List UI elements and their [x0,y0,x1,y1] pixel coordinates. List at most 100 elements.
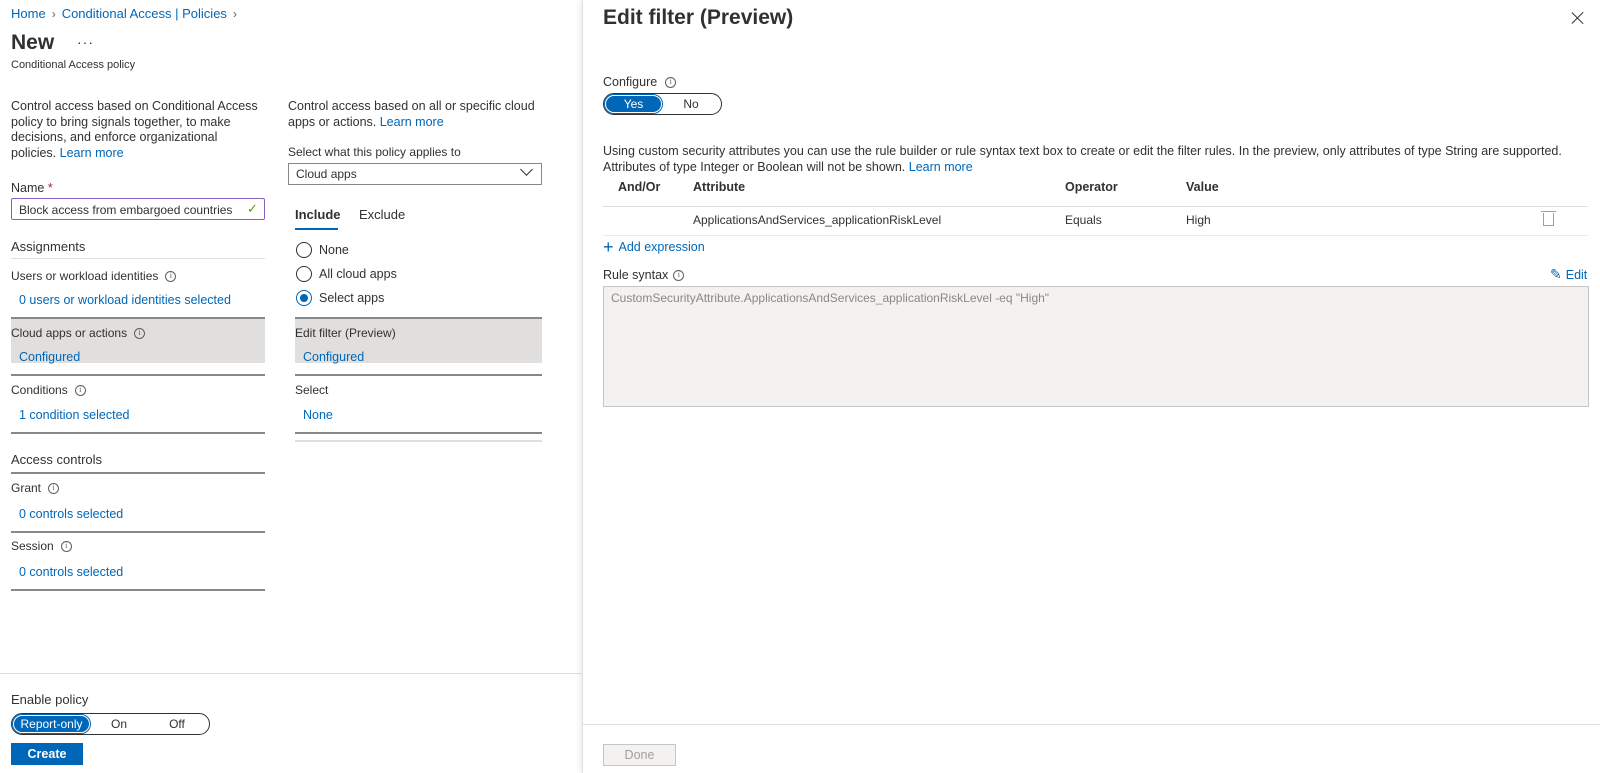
divider [11,589,265,591]
configure-label: Configure i [603,75,677,89]
tab-include[interactable]: Include [295,207,341,222]
edit-filter-panel: Edit filter (Preview) Configure i Yes No… [582,0,1600,773]
close-icon[interactable] [1569,9,1587,27]
toggle-off[interactable]: Off [148,715,206,733]
cell-value[interactable]: High [1186,213,1211,227]
divider [11,531,265,533]
edit-label: Edit [1565,267,1588,282]
divider [11,432,265,434]
applies-to-label: Select what this policy applies to [288,145,461,159]
done-button[interactable]: Done [603,744,676,766]
name-input[interactable] [11,198,265,220]
cloud-apps-description: Control access based on all or specific … [288,99,538,130]
create-button[interactable]: Create [11,743,83,765]
grant-label-text: Grant [11,481,42,495]
page-subtitle: Conditional Access policy [11,59,136,71]
session-label-text: Session [11,539,54,553]
enable-policy-toggle[interactable]: Report-only On Off [11,713,210,735]
radio-select-apps[interactable]: Select apps [296,290,384,306]
conditions-label-text: Conditions [11,383,68,397]
name-label-text: Name [11,181,45,195]
tab-exclude[interactable]: Exclude [359,207,405,222]
row-divider [603,235,1588,236]
cell-attribute[interactable]: ApplicationsAndServices_applicationRiskL… [693,213,941,227]
header-divider [603,206,1588,207]
delete-icon[interactable] [1541,211,1556,226]
cloud-apps-link[interactable]: Configured [19,350,80,364]
required-marker: * [47,181,53,195]
conditions-link[interactable]: 1 condition selected [19,408,130,422]
divider [295,432,542,434]
rule-syntax-label: Rule syntax i [603,268,685,282]
radio-all-label: All cloud apps [319,267,397,281]
info-icon[interactable]: i [673,269,685,281]
select-link[interactable]: None [303,408,333,422]
configure-toggle[interactable]: Yes No [603,93,722,115]
access-controls-heading: Access controls [11,452,103,467]
divider [11,258,265,259]
radio-button[interactable] [296,266,312,282]
add-expression-label: Add expression [618,240,705,254]
more-icon[interactable]: ··· [77,34,94,50]
panel-title: Edit filter (Preview) [603,6,794,29]
radio-button-checked[interactable] [296,290,312,306]
breadcrumb: Home › Conditional Access | Policies › [11,6,237,21]
grant-label: Grant i [11,481,60,495]
tab-selected-indicator [295,228,338,230]
info-icon[interactable]: i [48,482,60,494]
grant-link[interactable]: 0 controls selected [19,507,123,521]
applies-to-select[interactable]: Cloud apps [288,163,542,185]
info-icon[interactable]: i [60,540,72,552]
name-label: Name * [11,181,53,195]
breadcrumb-home[interactable]: Home [11,6,46,21]
session-label: Session i [11,539,72,553]
toggle-on[interactable]: On [90,715,148,733]
toggle-yes[interactable]: Yes [604,94,663,114]
page-title: New [11,31,55,54]
filter-description-text: Using custom security attributes you can… [603,144,1562,174]
breadcrumb-policies[interactable]: Conditional Access | Policies [62,6,227,21]
policy-description: Control access based on Conditional Acce… [11,99,265,161]
chevron-right-icon: › [51,6,56,21]
learn-more-link[interactable]: Learn more [380,115,444,129]
edit-rule-button[interactable]: ✎ Edit [1550,266,1587,283]
radio-none[interactable]: None [296,242,349,258]
rule-syntax-textbox[interactable]: CustomSecurityAttribute.ApplicationsAndS… [603,286,1589,407]
configure-label-text: Configure [603,75,658,89]
info-icon[interactable]: i [74,384,86,396]
cell-operator[interactable]: Equals [1065,213,1102,227]
learn-more-link[interactable]: Learn more [60,146,124,160]
divider [295,374,542,376]
users-label: Users or workload identities i [11,269,177,283]
radio-none-label: None [319,243,349,257]
enable-policy-label: Enable policy [11,692,89,707]
info-icon[interactable]: i [165,270,177,282]
select-label: Select [295,383,329,397]
users-link[interactable]: 0 users or workload identities selected [19,293,231,307]
divider [11,374,265,376]
filter-description: Using custom security attributes you can… [603,144,1588,175]
assignments-heading: Assignments [11,239,86,254]
info-icon[interactable]: i [665,76,677,88]
column-header-attribute: Attribute [693,180,746,194]
check-icon: ✓ [247,201,258,216]
info-icon[interactable]: i [134,327,146,339]
policy-description-text: Control access based on Conditional Acce… [11,99,258,160]
footer-divider [583,724,1600,725]
edit-filter-link[interactable]: Configured [303,350,364,364]
session-link[interactable]: 0 controls selected [19,565,123,579]
learn-more-link[interactable]: Learn more [909,160,973,174]
pencil-icon: ✎ [1550,266,1562,282]
radio-button[interactable] [296,242,312,258]
toggle-no[interactable]: No [662,95,720,113]
policy-blade: Home › Conditional Access | Policies › N… [0,0,582,773]
toggle-report-only[interactable]: Report-only [12,714,91,734]
footer-divider [0,673,582,674]
radio-all-cloud-apps[interactable]: All cloud apps [296,266,397,282]
cloud-apps-label: Cloud apps or actions i [11,326,146,340]
edit-filter-label: Edit filter (Preview) [295,326,396,340]
radio-select-label: Select apps [319,291,385,305]
users-label-text: Users or workload identities [11,269,159,283]
chevron-right-icon: › [232,6,237,21]
add-expression-button[interactable]: + Add expression [603,238,705,256]
